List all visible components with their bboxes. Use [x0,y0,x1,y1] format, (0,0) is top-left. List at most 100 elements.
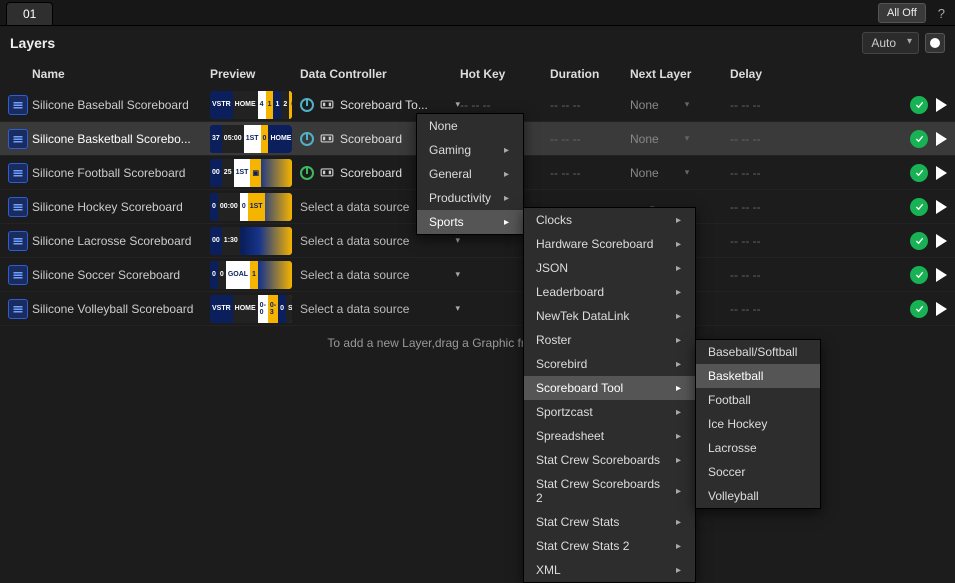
preview-cell[interactable]: 000:0001ST [210,193,300,221]
enabled-toggle[interactable] [910,300,928,318]
enabled-toggle[interactable] [910,96,928,114]
next-layer-cell[interactable]: None▾ [630,166,730,180]
menu-item[interactable]: Basketball [696,364,820,388]
power-icon[interactable] [300,166,314,180]
drag-handle[interactable] [8,231,30,251]
enabled-toggle[interactable] [910,266,928,284]
thumb-segment: 0-3 [268,295,278,323]
menu-item[interactable]: Hardware Scoreboard [524,232,695,256]
menu-item[interactable]: Soccer [696,460,820,484]
tab-01[interactable]: 01 [6,2,53,25]
menu-item[interactable]: NewTek DataLink [524,304,695,328]
menu-item[interactable]: Stat Crew Scoreboards 2 [524,472,695,510]
menu-item[interactable]: Roster [524,328,695,352]
chevron-down-icon: ▾ [455,235,460,246]
layer-row[interactable]: Silicone Volleyball ScoreboardVSTRHOME0-… [0,292,955,326]
power-icon[interactable] [300,98,314,112]
drag-handle[interactable] [8,129,30,149]
play-button[interactable] [936,132,947,146]
menu-item[interactable]: Stat Crew Stats 2 [524,534,695,558]
preview-cell[interactable]: 00GOAL1 [210,261,300,289]
play-button[interactable] [936,234,947,248]
menu-item[interactable]: Football [696,388,820,412]
data-controller-cell[interactable]: Select a data source▾ [300,268,460,282]
menu-item[interactable]: None [417,114,523,138]
play-button[interactable] [936,166,947,180]
hotkey-cell[interactable]: -- -- -- [460,98,550,112]
menu-item[interactable]: Scorebird [524,352,695,376]
delay-cell[interactable]: -- -- -- [730,302,810,316]
preview-cell[interactable]: 001:30 [210,227,300,255]
menu-item[interactable]: Baseball/Softball [696,340,820,364]
menu-item[interactable]: Leaderboard [524,280,695,304]
context-menu-scoreboard-tool[interactable]: Baseball/SoftballBasketballFootballIce H… [695,339,821,509]
context-menu-sports[interactable]: ClocksHardware ScoreboardJSONLeaderboard… [523,207,696,583]
thumb-segment: GOAL [226,261,250,289]
delay-cell[interactable]: -- -- -- [730,200,810,214]
auto-dropdown[interactable]: Auto [862,32,919,54]
thumb-segment: 0 [240,193,248,221]
data-controller-cell[interactable]: Scoreboard To...▾ [300,98,460,112]
play-button[interactable] [936,98,947,112]
drag-handle[interactable] [8,95,30,115]
play-button[interactable] [936,268,947,282]
menu-item[interactable]: JSON [524,256,695,280]
enabled-toggle[interactable] [910,198,928,216]
thumb-segment: SET [286,295,292,323]
panel-title: Layers [10,35,55,51]
check-icon [914,303,925,314]
menu-item[interactable]: Volleyball [696,484,820,508]
play-button[interactable] [936,200,947,214]
next-layer-select[interactable]: None▾ [630,166,689,180]
menu-item[interactable]: Scoreboard Tool [524,376,695,400]
menu-item[interactable]: Productivity [417,186,523,210]
play-button[interactable] [936,302,947,316]
drag-handle[interactable] [8,265,30,285]
menu-item[interactable]: Stat Crew Stats [524,510,695,534]
layer-row[interactable]: Silicone Soccer Scoreboard00GOAL1Select … [0,258,955,292]
menu-item[interactable]: Ice Hockey [696,412,820,436]
duration-cell[interactable]: -- -- -- [550,98,630,112]
menu-item[interactable]: General [417,162,523,186]
next-layer-select[interactable]: None▾ [630,98,689,112]
next-layer-cell[interactable]: None▾ [630,132,730,146]
layer-name: Silicone Lacrosse Scoreboard [30,234,210,248]
preview-cell[interactable]: 00251ST▣ [210,159,300,187]
context-menu-category[interactable]: NoneGamingGeneralProductivitySports [416,113,524,235]
duration-cell[interactable]: -- -- -- [550,132,630,146]
menu-item[interactable]: Sportzcast [524,400,695,424]
delay-cell[interactable]: -- -- -- [730,166,810,180]
preview-cell[interactable]: 3705:001ST0HOME [210,125,300,153]
next-layer-cell[interactable]: None▾ [630,98,730,112]
menu-item[interactable]: XML [524,558,695,582]
preview-cell[interactable]: VSTRHOME0-00-30SET [210,295,300,323]
drag-handle[interactable] [8,299,30,319]
data-controller-cell[interactable]: Select a data source▾ [300,302,460,316]
menu-item[interactable]: Stat Crew Scoreboards [524,448,695,472]
enabled-toggle[interactable] [910,130,928,148]
delay-cell[interactable]: -- -- -- [730,132,810,146]
delay-cell[interactable]: -- -- -- [730,98,810,112]
preview-cell[interactable]: VSTRHOME411200 [210,91,300,119]
drag-handle[interactable] [8,197,30,217]
menu-item[interactable]: Clocks [524,208,695,232]
preview-thumbnail: VSTRHOME411200 [210,91,292,119]
menu-item[interactable]: Spreadsheet [524,424,695,448]
power-icon[interactable] [300,132,314,146]
delay-cell[interactable]: -- -- -- [730,234,810,248]
layer-name: Silicone Hockey Scoreboard [30,200,210,214]
next-layer-select[interactable]: None▾ [630,132,689,146]
menu-item[interactable]: Lacrosse [696,436,820,460]
record-dot-button[interactable] [925,33,945,53]
delay-cell[interactable]: -- -- -- [730,268,810,282]
duration-cell[interactable]: -- -- -- [550,166,630,180]
help-button[interactable]: ? [934,6,949,21]
enabled-toggle[interactable] [910,164,928,182]
enabled-toggle[interactable] [910,232,928,250]
menu-item[interactable]: Sports [417,210,523,234]
menu-item[interactable]: Gaming [417,138,523,162]
data-controller-cell[interactable]: Select a data source▾ [300,234,460,248]
all-off-button[interactable]: All Off [878,3,926,23]
drag-handle[interactable] [8,163,30,183]
delay-value: -- -- -- [730,302,761,316]
